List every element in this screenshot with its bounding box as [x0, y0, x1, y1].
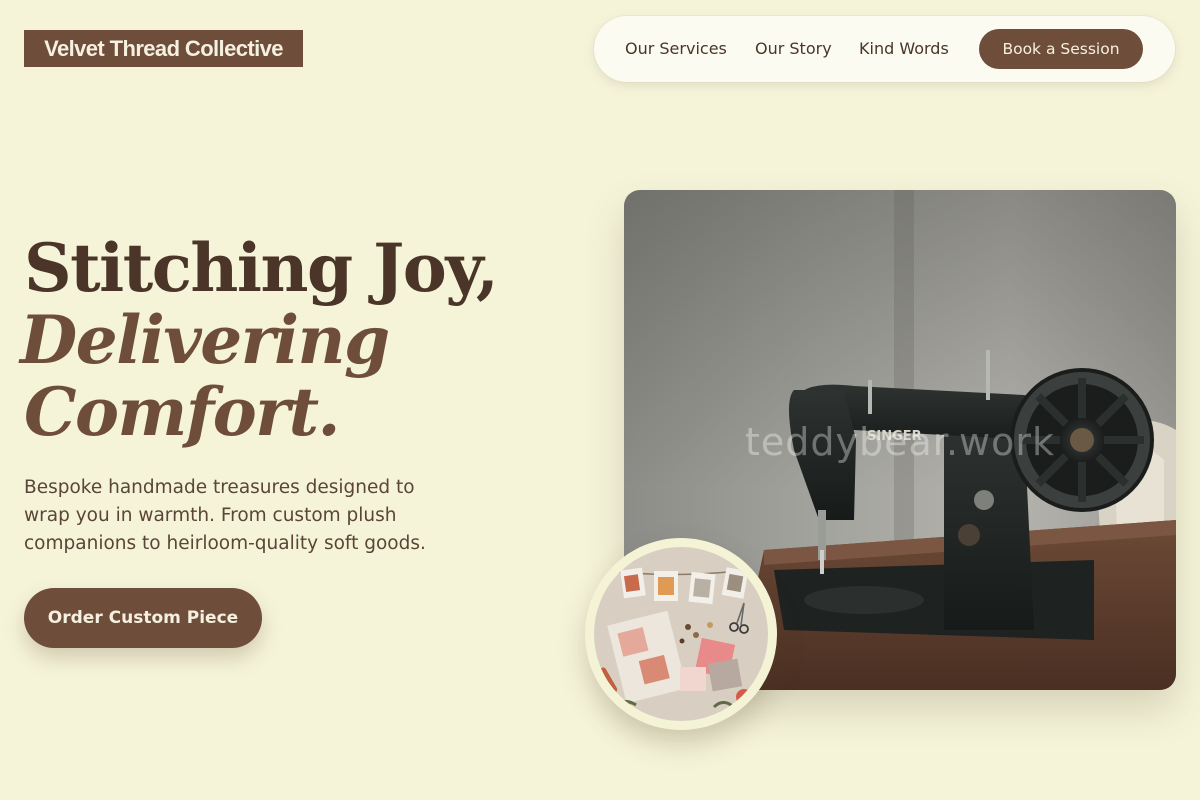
craft-flatlay-inset — [585, 538, 777, 730]
brand-logo[interactable]: Velvet Thread Collective — [24, 30, 303, 67]
nav-link-our-services[interactable]: Our Services — [625, 39, 727, 59]
craft-flatlay-illustration — [594, 547, 768, 721]
nav-link-kind-words[interactable]: Kind Words — [859, 39, 949, 59]
headline-line-1: Stitching Joy, — [24, 229, 499, 307]
headline-line-3: Comfort. — [24, 373, 341, 451]
machine-brand-text: SINGER — [867, 429, 922, 444]
page: Velvet Thread Collective Our Services Ou… — [0, 0, 1200, 800]
order-custom-piece-button[interactable]: Order Custom Piece — [24, 588, 262, 648]
nav-link-our-story[interactable]: Our Story — [755, 39, 832, 59]
hero-subcopy: Bespoke handmade treasures designed to w… — [24, 477, 426, 554]
top-nav: Our Services Our Story Kind Words Book a… — [594, 16, 1175, 82]
hero-headline: Stitching Joy, Delivering Comfort. — [20, 229, 499, 451]
book-session-button[interactable]: Book a Session — [979, 29, 1143, 69]
headline-line-2: Delivering — [20, 301, 390, 379]
